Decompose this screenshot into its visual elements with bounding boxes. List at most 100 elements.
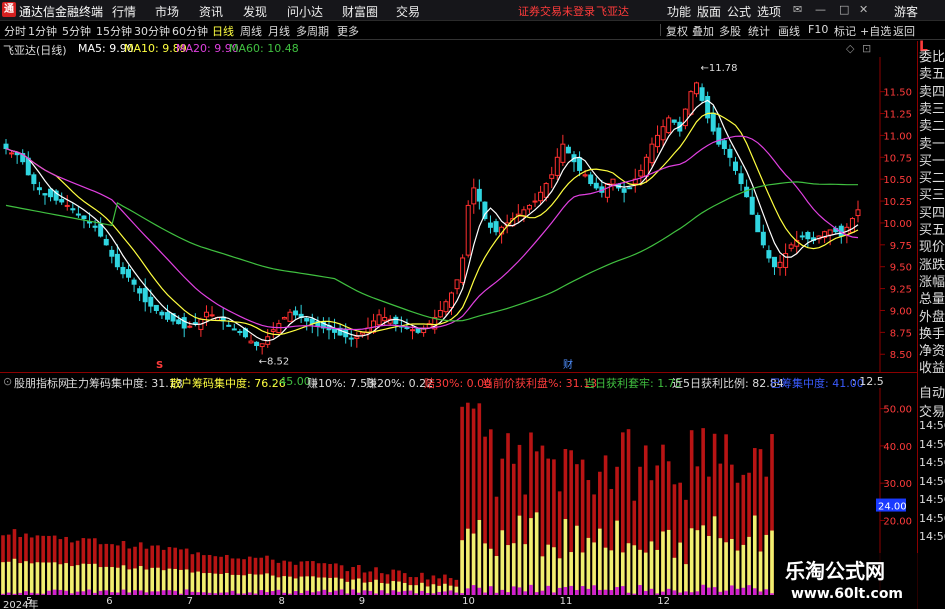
side-item-14[interactable]: 总量 bbox=[919, 288, 945, 307]
retail-chip-bar bbox=[253, 574, 258, 595]
tab-1min[interactable]: 1分钟 bbox=[28, 23, 57, 39]
tab-60min[interactable]: 60分钟 bbox=[172, 23, 208, 39]
tab-5min[interactable]: 5分钟 bbox=[62, 23, 91, 39]
tab-weekly[interactable]: 周线 bbox=[240, 23, 262, 39]
sell-marker[interactable]: S bbox=[156, 360, 163, 371]
add-watchlist-button[interactable]: +自选 bbox=[860, 23, 891, 39]
retail-chip-bar bbox=[81, 563, 86, 595]
retail-chip-bar bbox=[615, 520, 619, 595]
side-item-13[interactable]: 涨幅 bbox=[919, 271, 945, 290]
candle-body bbox=[142, 288, 148, 303]
menu-market[interactable]: 市场 bbox=[155, 3, 179, 20]
trade-side-item-2[interactable]: 14:56 bbox=[919, 419, 945, 432]
retail-chip-bar bbox=[500, 530, 505, 595]
login-alert[interactable]: 证券交易未登录 bbox=[518, 3, 595, 19]
trade-side-item-5[interactable]: 14:56 bbox=[919, 475, 945, 488]
side-item-3[interactable]: 卖三 bbox=[919, 98, 945, 117]
menu-news[interactable]: 资讯 bbox=[199, 3, 223, 20]
concentration-bar bbox=[586, 588, 591, 595]
menu-options[interactable]: 选项 bbox=[757, 3, 781, 20]
multi-stock-button[interactable]: 多股 bbox=[719, 23, 741, 39]
candlestick-chart[interactable]: 8.50 8.75 9.00 9.25 9.50 9.75 10.00 10.25 10.50 1… bbox=[0, 57, 917, 372]
side-item-10[interactable]: 买五 bbox=[919, 219, 945, 238]
concentration-bar bbox=[115, 592, 120, 595]
overlay-button[interactable]: 叠加 bbox=[692, 23, 714, 39]
back-button[interactable]: 返回 bbox=[893, 23, 915, 39]
concentration-bar bbox=[311, 592, 315, 595]
trade-side-item-0[interactable]: 自动 bbox=[919, 382, 945, 401]
candle-body bbox=[48, 188, 54, 198]
candle-body bbox=[231, 328, 237, 331]
side-item-11[interactable]: 现价 bbox=[919, 236, 945, 255]
tab-15min[interactable]: 15分钟 bbox=[96, 23, 132, 39]
mail-icon[interactable]: ✉ bbox=[793, 3, 802, 16]
side-item-15[interactable]: 外盘 bbox=[919, 306, 945, 325]
candle-body bbox=[81, 215, 87, 220]
finance-marker[interactable]: 财 bbox=[563, 358, 573, 371]
watermark: 乐淘公式网 www.60lt.com bbox=[775, 553, 945, 609]
settings-icon[interactable]: ⊙ bbox=[3, 375, 12, 388]
menu-functions[interactable]: 功能 bbox=[667, 3, 691, 20]
side-item-9[interactable]: 买四 bbox=[919, 202, 945, 221]
f10-button[interactable]: F10 bbox=[808, 23, 828, 36]
concentration-bar bbox=[397, 591, 401, 595]
side-item-0[interactable]: 委比 bbox=[919, 46, 945, 65]
statistics-button[interactable]: 统计 bbox=[748, 23, 770, 39]
candle-body bbox=[593, 182, 599, 189]
candle-body bbox=[437, 309, 443, 318]
mark-button[interactable]: 标记 bbox=[834, 23, 856, 39]
tab-daily[interactable]: 日线 bbox=[212, 23, 234, 39]
side-item-8[interactable]: 买三 bbox=[919, 184, 945, 203]
trade-side-item-4[interactable]: 14:56 bbox=[919, 456, 945, 469]
maximize-icon[interactable]: □ bbox=[839, 3, 849, 16]
menu-layout[interactable]: 版面 bbox=[697, 3, 721, 20]
side-item-4[interactable]: 卖二 bbox=[919, 115, 945, 134]
concentration-bar bbox=[12, 593, 17, 595]
retail-chip-bar bbox=[701, 525, 705, 595]
trade-side-item-1[interactable]: 交易 bbox=[919, 401, 945, 420]
minimize-icon[interactable]: — bbox=[815, 3, 826, 16]
tab-monthly[interactable]: 月线 bbox=[268, 23, 290, 39]
close-icon[interactable]: ✕ bbox=[859, 3, 868, 16]
side-item-16[interactable]: 换手 bbox=[919, 323, 945, 342]
y-tick-label: 11.50 bbox=[883, 88, 912, 99]
tab-multi-period[interactable]: 多周期 bbox=[296, 23, 329, 39]
tab-more[interactable]: 更多 bbox=[337, 23, 359, 39]
menu-ask[interactable]: 问小达 bbox=[287, 3, 323, 20]
retail-chip-bar bbox=[1, 562, 5, 595]
side-item-1[interactable]: 卖五 bbox=[919, 63, 945, 82]
concentration-bar bbox=[179, 593, 183, 595]
diamond-icon[interactable]: ◇ bbox=[846, 42, 854, 55]
draw-line-button[interactable]: 画线 bbox=[778, 23, 800, 39]
side-item-17[interactable]: 净资 bbox=[919, 340, 945, 359]
tab-intraday[interactable]: 分时 bbox=[4, 23, 26, 39]
tab-30min[interactable]: 30分钟 bbox=[134, 23, 170, 39]
side-item-7[interactable]: 买二 bbox=[919, 167, 945, 186]
side-item-6[interactable]: 买一 bbox=[919, 150, 945, 169]
concentration-bar bbox=[253, 593, 258, 595]
trade-side-item-6[interactable]: 14:56 bbox=[919, 493, 945, 506]
menu-formula[interactable]: 公式 bbox=[727, 3, 751, 20]
concentration-bar bbox=[758, 591, 763, 595]
candle-body bbox=[476, 188, 482, 202]
candle-body bbox=[560, 143, 566, 163]
trade-side-item-7[interactable]: 14:56 bbox=[919, 512, 945, 525]
adjust-button[interactable]: 复权 bbox=[666, 23, 688, 39]
candle-body bbox=[766, 250, 772, 259]
zoom-icon[interactable]: ⊡ bbox=[862, 42, 871, 55]
concentration-bar bbox=[523, 591, 528, 595]
side-item-18[interactable]: 收益 bbox=[919, 357, 945, 376]
menu-trade[interactable]: 交易 bbox=[396, 3, 420, 20]
candle-body bbox=[543, 183, 549, 198]
user-label[interactable]: 游客 bbox=[894, 3, 918, 20]
concentration-bar bbox=[35, 593, 40, 595]
retail-chip-bar bbox=[6, 561, 11, 595]
trade-side-item-3[interactable]: 14:56 bbox=[919, 438, 945, 451]
trade-side-item-8[interactable]: 14:56 bbox=[919, 530, 945, 543]
side-item-2[interactable]: 卖四 bbox=[919, 81, 945, 100]
side-item-12[interactable]: 涨跌 bbox=[919, 254, 945, 273]
menu-market-quotes[interactable]: 行情 bbox=[112, 3, 136, 20]
side-item-5[interactable]: 卖一 bbox=[919, 133, 945, 152]
menu-wealth[interactable]: 财富圈 bbox=[342, 3, 378, 20]
menu-discover[interactable]: 发现 bbox=[243, 3, 267, 20]
